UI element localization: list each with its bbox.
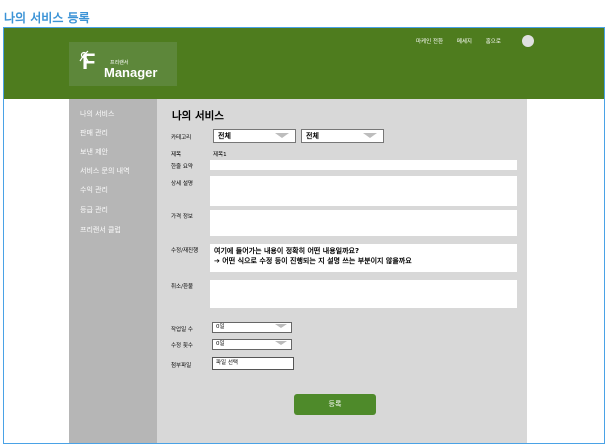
nav-home-link[interactable]: 홈으로 (486, 39, 501, 45)
revision-note-box[interactable]: 여기에 들어가는 내용이 정확히 어떤 내용일까요? ➔ 어떤 식으로 수정 등… (210, 244, 517, 272)
revisions-count-select[interactable]: 0일 (212, 339, 292, 350)
refund-textarea[interactable] (210, 280, 517, 308)
attachment-label: 첨부파일 (171, 363, 192, 369)
sidebar-item-sales[interactable]: 판매 관리 (80, 128, 108, 138)
chevron-down-icon (363, 133, 377, 138)
avatar[interactable] (522, 35, 534, 47)
sidebar-item-my-service[interactable]: 나의 서비스 (80, 109, 114, 119)
logo-manager-text: Manager (104, 65, 158, 80)
logo-letter-f: F (82, 49, 96, 74)
sidebar-item-club[interactable]: 프리랜서 클럽 (80, 225, 121, 235)
chevron-down-icon (275, 133, 289, 138)
summary-label: 한줄 요약 (171, 164, 193, 170)
submit-button[interactable]: 등록 (294, 394, 376, 415)
sidebar-item-inquiries[interactable]: 서비스 문의 내역 (80, 166, 130, 176)
sidebar-item-sent-proposals[interactable]: 보낸 제안 (80, 147, 108, 157)
category-select-2-value: 전체 (306, 132, 319, 140)
category-label: 카테고리 (171, 135, 192, 141)
right-empty-area (527, 99, 604, 443)
workdays-label: 작업일 수 (171, 327, 193, 333)
revision-label: 수정/재진행 (171, 248, 199, 254)
sidebar-item-grade[interactable]: 등급 관리 (80, 205, 108, 215)
workdays-value: 0일 (216, 324, 225, 330)
revision-note-line-1: 여기에 들어가는 내용이 정확히 어떤 내용일까요? (214, 247, 360, 255)
workdays-select[interactable]: 0일 (212, 322, 292, 333)
sidebar-item-revenue[interactable]: 수익 관리 (80, 185, 108, 195)
top-nav: 마케인 전환 메세지 홈으로 (416, 37, 513, 45)
nav-message-link[interactable]: 메세지 (457, 39, 472, 45)
page-title: 나의 서비스 (172, 110, 224, 122)
logo[interactable]: F 프리랜서 Manager (69, 42, 177, 86)
summary-input[interactable] (210, 160, 517, 170)
category-select-1-value: 전체 (218, 132, 231, 140)
category-select-1[interactable]: 전체 (213, 129, 296, 143)
description-textarea[interactable] (210, 176, 517, 206)
description-label: 상세 설명 (171, 181, 193, 187)
subject-value: 제목1 (213, 152, 227, 158)
price-textarea[interactable] (210, 210, 517, 236)
chevron-down-icon (275, 341, 287, 345)
main-content: 나의 서비스 카테고리 전체 전체 제목 제목1 한줄 요약 상세 설명 가격 … (157, 99, 527, 443)
revision-note-line-2: ➔ 어떤 식으로 수정 등이 진행되는 지 설명 쓰는 부분이지 않을까요 (214, 257, 412, 265)
subject-label: 제목 (171, 152, 182, 158)
refund-label: 취소/환불 (171, 284, 194, 290)
sidebar: 나의 서비스 판매 관리 보낸 제안 서비스 문의 내역 수익 관리 등급 관리… (69, 99, 157, 443)
chevron-down-icon (275, 324, 287, 328)
nav-switch-link[interactable]: 마케인 전환 (416, 39, 443, 45)
revisions-count-label: 수정 횟수 (171, 343, 193, 349)
header: F 프리랜서 Manager 마케인 전환 메세지 홈으로 (4, 28, 604, 99)
price-label: 가격 정보 (171, 214, 193, 220)
file-select-button[interactable]: 파일 선택 (212, 357, 294, 370)
revisions-count-value: 0일 (216, 341, 225, 347)
category-select-2[interactable]: 전체 (301, 129, 384, 143)
page-caption: 나의 서비스 등록 (4, 11, 90, 25)
app-frame: F 프리랜서 Manager 마케인 전환 메세지 홈으로 나의 서비스 판매 … (3, 27, 605, 444)
